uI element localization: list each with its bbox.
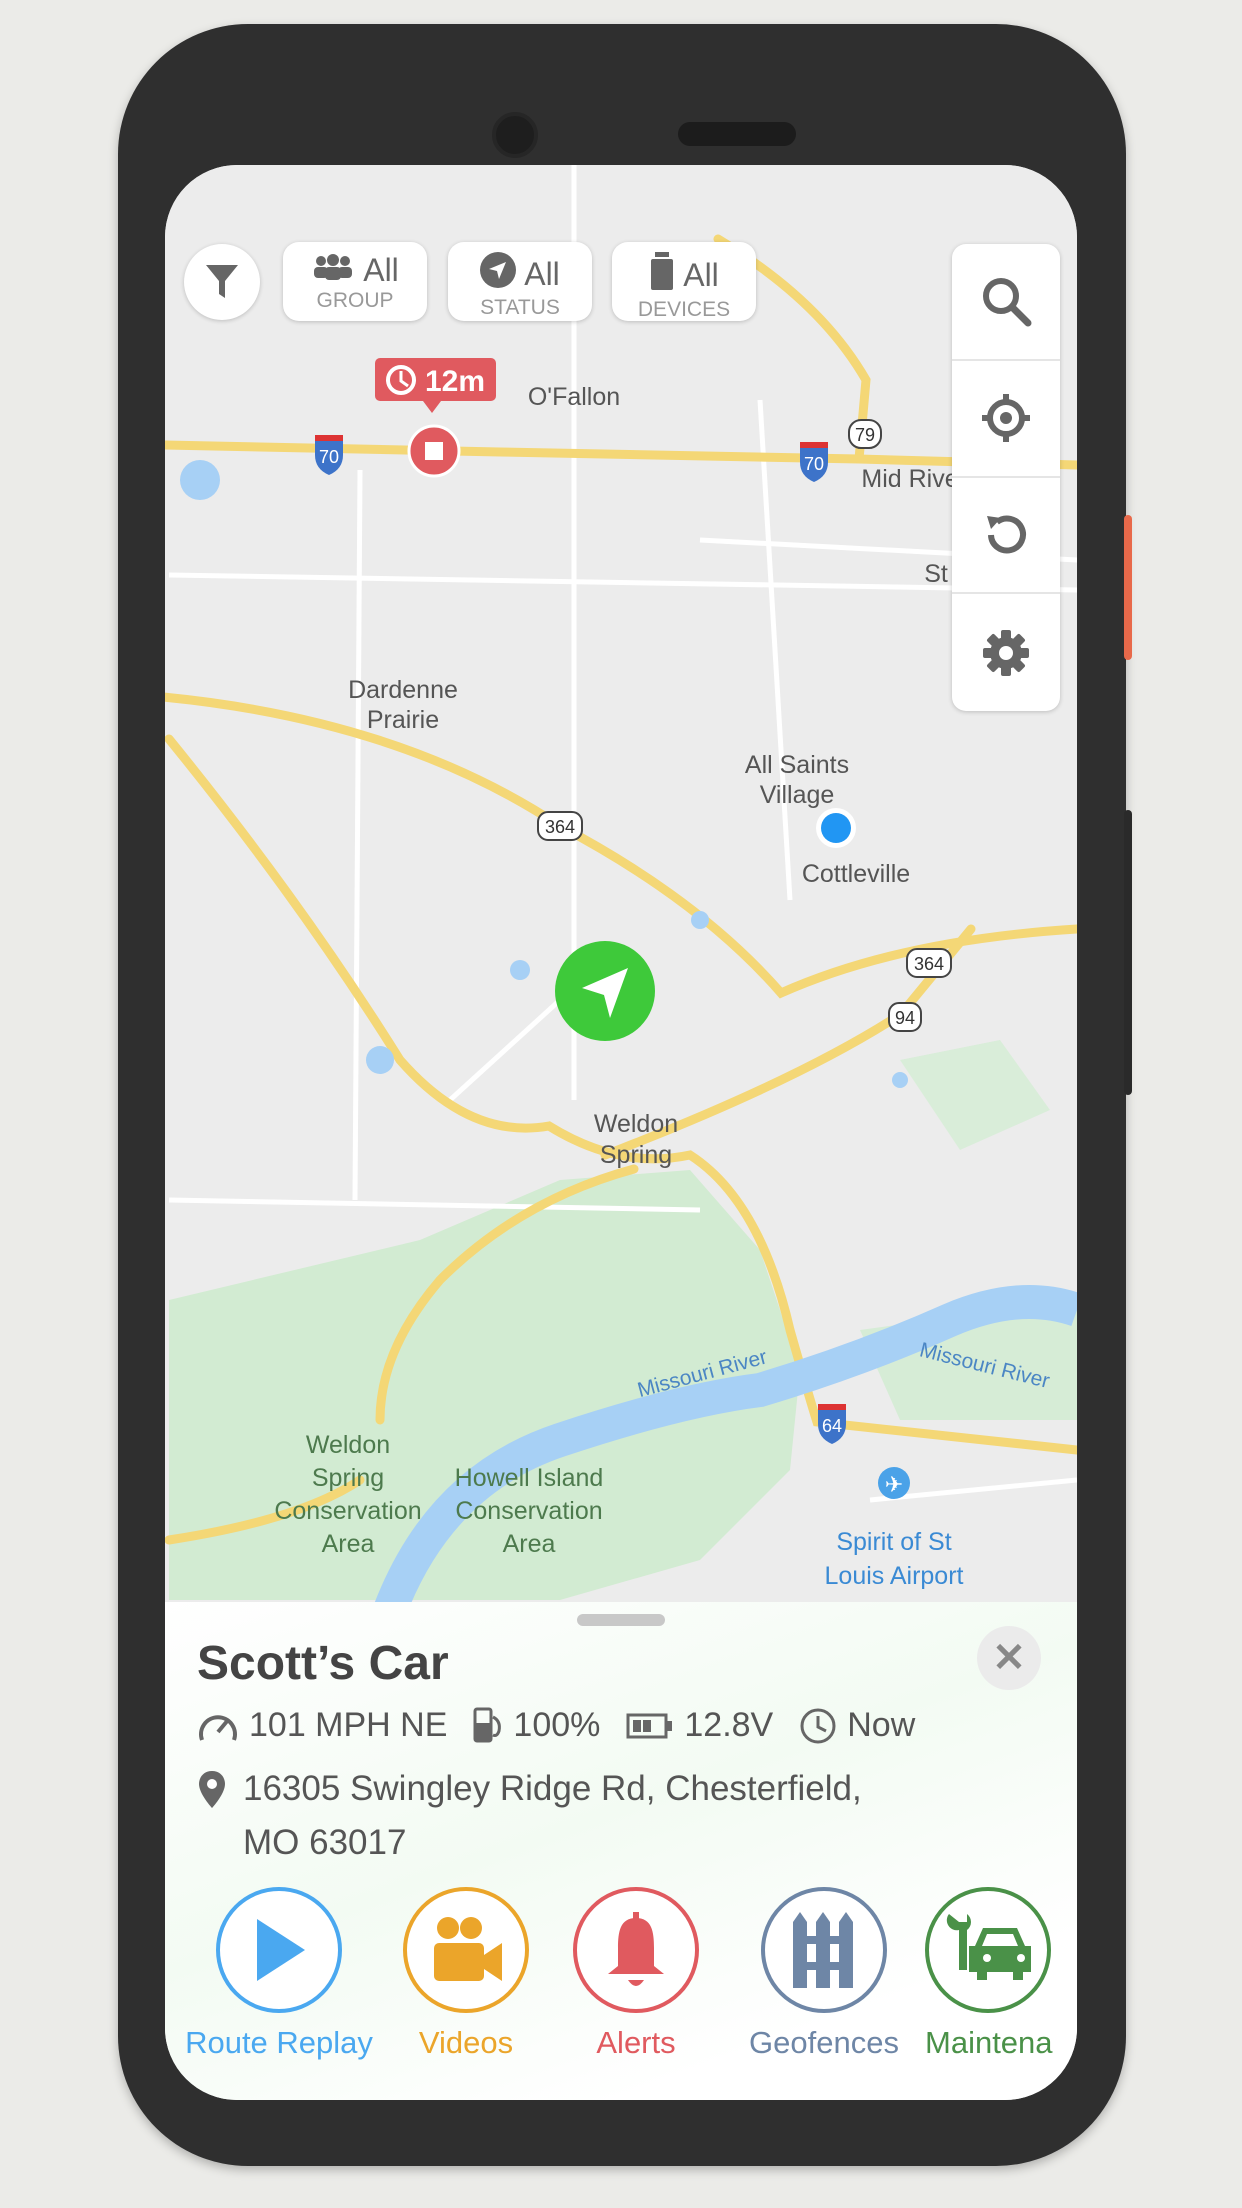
settings-icon: [983, 629, 1029, 676]
map-label: Conservation: [455, 1497, 602, 1525]
map-label: Spirit of St: [836, 1528, 951, 1556]
alerts-button[interactable]: Alerts: [536, 1887, 736, 2061]
svg-text:70: 70: [804, 454, 824, 474]
address-line-2: MO 63017: [243, 1823, 407, 1862]
video-camera-icon: [434, 1917, 502, 1981]
address-line-1: 16305 Swingley Ridge Rd, Chesterfield,: [243, 1769, 862, 1808]
group-filter-label: GROUP: [316, 289, 394, 312]
svg-text:70: 70: [319, 447, 339, 467]
bell-icon: [608, 1912, 664, 1986]
refresh-button[interactable]: [952, 478, 1060, 595]
route-shield: 364: [906, 948, 952, 978]
filter-button[interactable]: [184, 244, 260, 320]
map-label: Spring: [600, 1141, 672, 1169]
fuel-icon: [473, 1707, 502, 1742]
refresh-icon: [987, 515, 1026, 554]
map-label: Cottleville: [802, 860, 910, 888]
map-label: Dardenne: [348, 676, 458, 704]
map-label: Area: [322, 1530, 375, 1558]
airplane-icon: ✈: [885, 1472, 903, 1497]
route-shield: 79: [848, 419, 882, 449]
alerts-label: Alerts: [596, 2025, 676, 2060]
app-screen: O'Fallon Mid Rive St Dardenne Prairie Al…: [165, 165, 1077, 2100]
battery-icon: [626, 1713, 673, 1738]
map-toolbar: [952, 244, 1060, 711]
status-filter-value: All: [524, 255, 560, 292]
group-filter-value: All: [363, 252, 399, 288]
vehicle-detail-sheet: Scott’s Car ✕ 101 MPH NE 100% 12.8V Now …: [165, 1602, 1077, 2100]
map-view[interactable]: O'Fallon Mid Rive St Dardenne Prairie Al…: [165, 165, 1077, 1605]
map-label: All Saints: [745, 751, 849, 779]
svg-text:64: 64: [822, 1416, 842, 1436]
speedometer-icon: [199, 1714, 237, 1741]
route-replay-label: Route Replay: [185, 2025, 373, 2060]
status-filter-label: STATUS: [480, 296, 560, 319]
map-label: Mid Rive: [861, 465, 958, 493]
settings-button[interactable]: [952, 594, 1060, 711]
filter-icon: [206, 265, 238, 298]
svg-text:364: 364: [545, 817, 575, 837]
map-label: Village: [760, 781, 835, 809]
svg-text:364: 364: [914, 954, 944, 974]
power-button: [1124, 515, 1132, 660]
map-label: Area: [503, 1530, 556, 1558]
vehicle-marker[interactable]: [555, 941, 655, 1041]
map-label: Weldon: [594, 1110, 678, 1138]
geofences-label: Geofences: [749, 2025, 899, 2060]
route-shield: 94: [888, 1002, 922, 1032]
map-label: Howell Island: [455, 1464, 604, 1492]
play-icon: [257, 1919, 305, 1981]
locate-button[interactable]: [952, 361, 1060, 478]
search-button[interactable]: [952, 244, 1060, 361]
map-label: O'Fallon: [528, 383, 620, 411]
search-icon: [983, 278, 1032, 327]
last-update-value: Now: [847, 1706, 916, 1744]
svg-text:79: 79: [855, 425, 875, 445]
speed-value: 101 MPH NE: [249, 1706, 448, 1744]
stop-icon: [425, 442, 443, 460]
group-icon: [311, 252, 355, 289]
action-buttons: Route Replay Videos Alerts Geofences Mai…: [165, 1887, 1077, 2087]
sheet-drag-handle[interactable]: [577, 1614, 665, 1626]
navigation-status-icon: [480, 252, 517, 296]
geofences-button[interactable]: Geofences: [724, 1887, 924, 2061]
clock-icon: [800, 1708, 836, 1743]
locate-icon: [982, 394, 1030, 443]
map-label: Conservation: [274, 1497, 421, 1525]
close-icon: ✕: [992, 1636, 1026, 1680]
vehicle-address: 16305 Swingley Ridge Rd, Chesterfield, MO…: [197, 1762, 862, 1870]
map-label: Spring: [312, 1464, 384, 1492]
map-label: Prairie: [367, 706, 439, 734]
fuel-value: 100%: [513, 1706, 601, 1744]
group-filter-chip[interactable]: All GROUP: [283, 242, 427, 321]
svg-text:94: 94: [895, 1008, 915, 1028]
device-icon: [649, 252, 675, 298]
location-pin-icon: [199, 1771, 225, 1808]
maintenance-button[interactable]: Maintena: [925, 1887, 1077, 2061]
front-camera: [492, 112, 538, 158]
fence-icon: [793, 1912, 853, 1988]
vehicle-stats: 101 MPH NE 100% 12.8V Now: [197, 1706, 941, 1745]
map-label: Weldon: [306, 1431, 390, 1459]
status-filter-chip[interactable]: All STATUS: [448, 242, 592, 321]
devices-filter-label: DEVICES: [637, 298, 731, 321]
stop-duration: 12m: [425, 365, 485, 398]
car-wrench-icon: [946, 1914, 1031, 1980]
battery-value: 12.8V: [684, 1706, 774, 1744]
volume-button: [1124, 810, 1132, 1095]
route-replay-button[interactable]: Route Replay: [179, 1887, 379, 2061]
map-label: St: [924, 560, 948, 588]
vehicle-name: Scott’s Car: [197, 1637, 449, 1690]
map-label: Louis Airport: [825, 1562, 964, 1590]
devices-filter-chip[interactable]: All DEVICES: [612, 242, 756, 321]
route-shield: 364: [537, 811, 583, 841]
earpiece-speaker: [678, 122, 796, 146]
close-button[interactable]: ✕: [977, 1626, 1041, 1690]
maintenance-label: Maintena: [925, 2025, 1053, 2060]
devices-filter-value: All: [683, 256, 719, 293]
